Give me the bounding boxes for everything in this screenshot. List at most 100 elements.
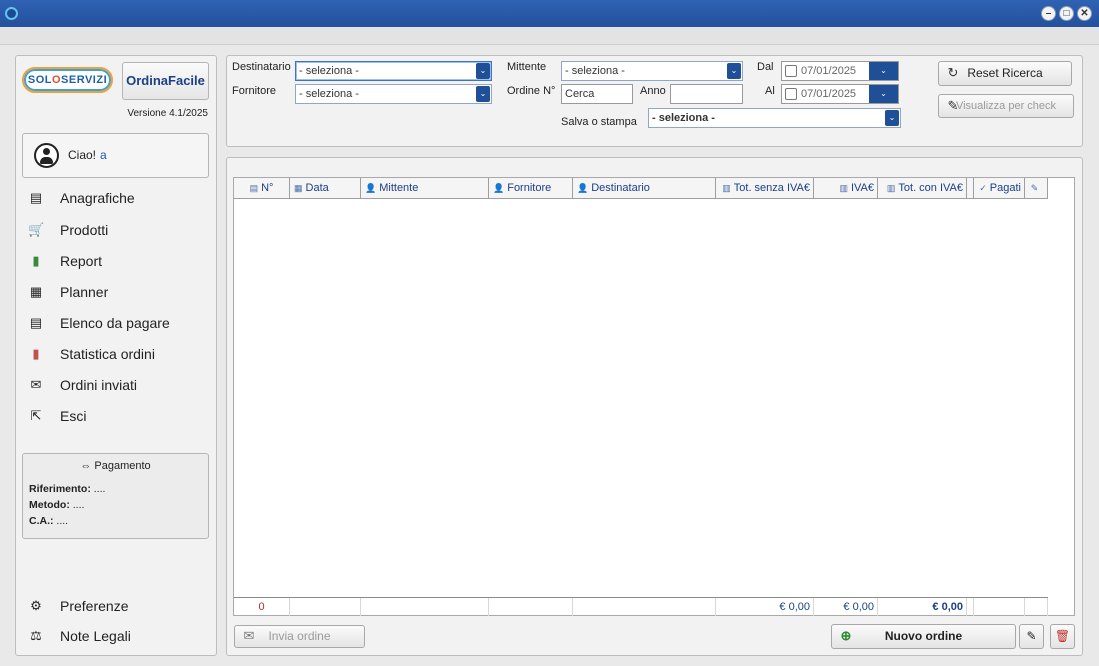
close-button[interactable]: ✕	[1077, 6, 1092, 21]
user-avatar-icon	[34, 143, 59, 168]
minimize-button[interactable]: –	[1041, 6, 1056, 21]
al-checkbox[interactable]	[785, 88, 797, 100]
col-tot-senza-iva[interactable]: ▥ Tot. senza IVA€	[716, 178, 814, 199]
footer-iva: € 0,00	[814, 598, 878, 616]
greeting-text: Ciao!	[68, 148, 97, 162]
nav-anagrafiche[interactable]: ▤ Anagrafiche	[28, 187, 208, 209]
al-date-picker[interactable]: 07/01/2025 ⌄	[781, 84, 899, 104]
col-numero[interactable]: ▤ N°	[234, 178, 290, 199]
chevron-down-icon[interactable]: ⌄	[869, 85, 898, 103]
nav-prodotti[interactable]: 🛒 Prodotti	[28, 219, 208, 241]
chevron-down-icon: ⌄	[476, 63, 490, 79]
al-label: Al	[765, 85, 775, 97]
payment-riferimento: Riferimento: ....	[29, 483, 106, 495]
payment-title: ⇔ Pagamento	[80, 460, 151, 472]
calendar-icon: ▦	[29, 284, 43, 299]
stats-icon: ▮	[32, 346, 40, 361]
user-box: Ciao! a	[22, 133, 209, 178]
payment-ca: C.A.: ....	[29, 515, 69, 527]
table-footer: 0 € 0,00 € 0,00 € 0,00	[234, 597, 1048, 616]
col-destinatario[interactable]: 👤 Destinatario	[573, 178, 716, 199]
destinatario-label: Destinatario	[232, 61, 291, 73]
nav-esci[interactable]: ⇱ Esci	[28, 405, 208, 427]
fornitore-label: Fornitore	[232, 85, 277, 97]
nav-note-legali[interactable]: ⚖ Note Legali	[28, 625, 208, 647]
chevron-down-icon: ⌄	[885, 110, 899, 126]
gear-icon: ⚙	[30, 598, 42, 613]
col-mittente[interactable]: 👤 Mittente	[361, 178, 489, 199]
app-name-button[interactable]: OrdinaFacile	[122, 62, 209, 100]
nav-elenco-da-pagare[interactable]: ▤ Elenco da pagare	[28, 312, 208, 334]
anno-input[interactable]	[670, 84, 743, 104]
nav-preferenze[interactable]: ⚙ Preferenze	[28, 595, 208, 617]
col-data[interactable]: ▦ Data	[290, 178, 361, 199]
col-fornitore[interactable]: 👤 Fornitore	[489, 178, 573, 199]
ordine-search-input[interactable]: Cerca	[561, 84, 633, 104]
salva-stampa-select[interactable]: - seleziona - ⌄	[648, 108, 901, 128]
cart-icon: 🛒	[28, 222, 45, 237]
building-icon: ▥	[722, 183, 731, 193]
mittente-label: Mittente	[507, 61, 547, 73]
nav-label: Esci	[60, 408, 87, 424]
footer-tot-con-iva: € 0,00	[878, 598, 967, 616]
company-logo: SOLOSERVIZI	[22, 67, 113, 93]
dal-date-picker[interactable]: 07/01/2025 ⌄	[781, 61, 899, 81]
nav-report[interactable]: ▮ Report	[28, 250, 208, 272]
person-icon: 👤	[577, 183, 589, 193]
maximize-button[interactable]: □	[1059, 6, 1074, 21]
pin-icon: ✎	[1030, 183, 1039, 193]
dal-label: Dal	[757, 61, 774, 73]
bar-chart-icon: ▮	[32, 253, 40, 268]
send-order-button[interactable]: ✉ Invia ordine	[234, 625, 365, 648]
col-pagati[interactable]: ✓ Pagati	[974, 178, 1025, 199]
refresh-icon: ↻	[947, 65, 959, 80]
mittente-select[interactable]: - seleziona - ⌄	[561, 61, 743, 81]
user-name: a	[100, 148, 107, 162]
scales-icon: ⚖	[30, 628, 42, 643]
dal-checkbox[interactable]	[785, 65, 797, 77]
greeting: Ciao! a	[68, 148, 107, 162]
check-icon: ✓	[979, 183, 987, 193]
reset-search-button[interactable]: ↻ Reset Ricerca	[938, 61, 1072, 86]
destinatario-select[interactable]: - seleziona - ⌄	[295, 61, 492, 81]
col-iva[interactable]: ▥ IVA€	[814, 178, 878, 199]
orders-table[interactable]: ▤ N° ▦ Data 👤 Mittente 👤 Fornitore 👤 Destinat…	[233, 177, 1075, 616]
nav-planner[interactable]: ▦ Planner	[28, 281, 208, 303]
edit-icon: ✎	[947, 98, 959, 113]
list-icon: ▤	[29, 315, 43, 330]
delete-order-button[interactable]: 🗑	[1050, 624, 1075, 649]
footer-tot-senza-iva: € 0,00	[716, 598, 814, 616]
document-icon: ▤	[249, 183, 259, 193]
nav-statistica-ordini[interactable]: ▮ Statistica ordini	[28, 343, 208, 365]
pencil-icon: ✎	[1026, 629, 1037, 643]
payment-box: ⇔ Pagamento Riferimento: .... Metodo: ..…	[22, 453, 209, 539]
person-icon: 👤	[493, 183, 505, 193]
anno-label: Anno	[640, 85, 666, 97]
col-spacer	[967, 178, 974, 199]
ordine-label: Ordine N°	[507, 85, 556, 97]
fornitore-select[interactable]: - seleziona - ⌄	[295, 84, 492, 104]
nav-label: Statistica ordini	[60, 346, 155, 362]
person-icon: 👤	[365, 183, 377, 193]
version-label: Versione 4.1/2025	[127, 108, 208, 119]
add-document-icon: ⊕	[840, 628, 852, 643]
new-order-button[interactable]: ⊕ Nuovo ordine	[831, 624, 1016, 649]
chevron-down-icon: ⌄	[476, 86, 490, 102]
exit-icon: ⇱	[30, 408, 42, 423]
app-icon	[5, 7, 18, 20]
trash-icon: 🗑	[1054, 629, 1071, 643]
edit-order-button[interactable]: ✎	[1019, 624, 1044, 649]
nav-label: Planner	[60, 284, 109, 300]
salva-stampa-label: Salva o stampa	[561, 116, 637, 128]
building-icon: ▥	[886, 183, 896, 193]
nav-label: Prodotti	[60, 222, 109, 238]
chevron-down-icon[interactable]: ⌄	[869, 62, 898, 80]
col-tot-con-iva[interactable]: ▥ Tot. con IVA€	[878, 178, 967, 199]
nav-label: Note Legali	[60, 628, 131, 644]
check-view-button[interactable]: ✎ Visualizza per check	[938, 94, 1074, 118]
col-pin[interactable]: ✎	[1025, 178, 1048, 199]
nav-ordini-inviati[interactable]: ✉ Ordini inviati	[28, 374, 208, 396]
envelope-icon: ✉	[30, 377, 42, 392]
nav-label: Anagrafiche	[60, 190, 135, 206]
nav-label: Elenco da pagare	[60, 315, 170, 331]
